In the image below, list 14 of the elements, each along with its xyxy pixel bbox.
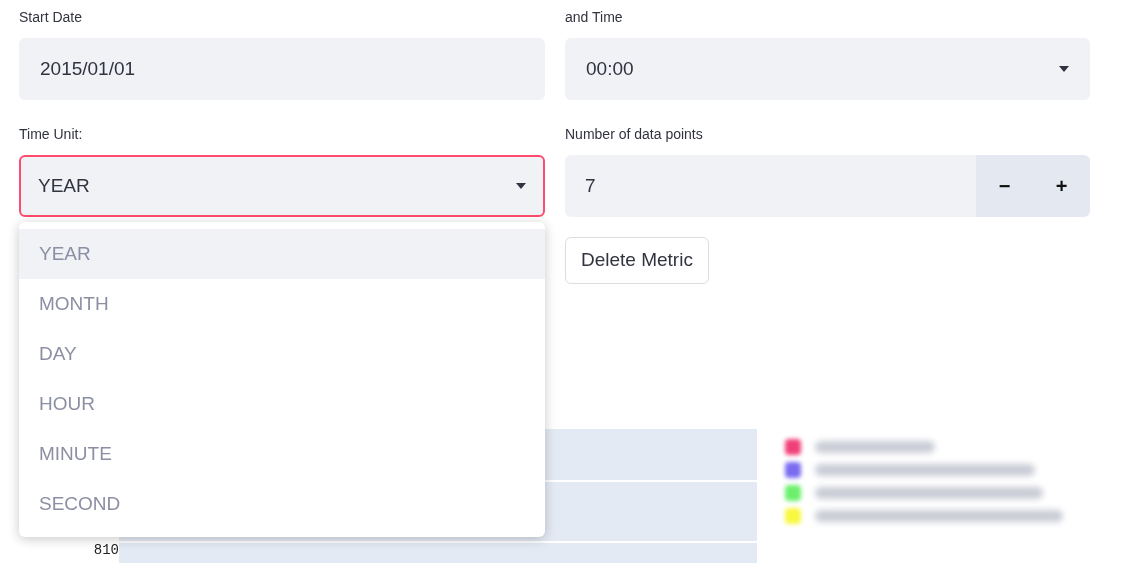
field-label: Number of data points bbox=[565, 125, 703, 144]
unit-select[interactable]: YEAR bbox=[19, 155, 545, 217]
time-select[interactable]: 00:00 bbox=[565, 38, 1090, 100]
field-label: and Time bbox=[565, 8, 623, 27]
delete-metric-button[interactable]: Delete Metric bbox=[565, 237, 709, 284]
number-field[interactable]: 7 bbox=[565, 155, 976, 217]
caret-icon bbox=[516, 183, 526, 189]
date-field[interactable]: 2015/01/01 bbox=[19, 38, 545, 100]
field-label: Start Date bbox=[19, 8, 83, 27]
caret-icon bbox=[1059, 66, 1069, 72]
field-label: Time Unit: bbox=[19, 125, 83, 144]
decrement-button[interactable]: − bbox=[976, 155, 1033, 217]
increment-button[interactable]: + bbox=[1033, 155, 1090, 217]
axis-tick-label: 810 bbox=[93, 542, 119, 558]
